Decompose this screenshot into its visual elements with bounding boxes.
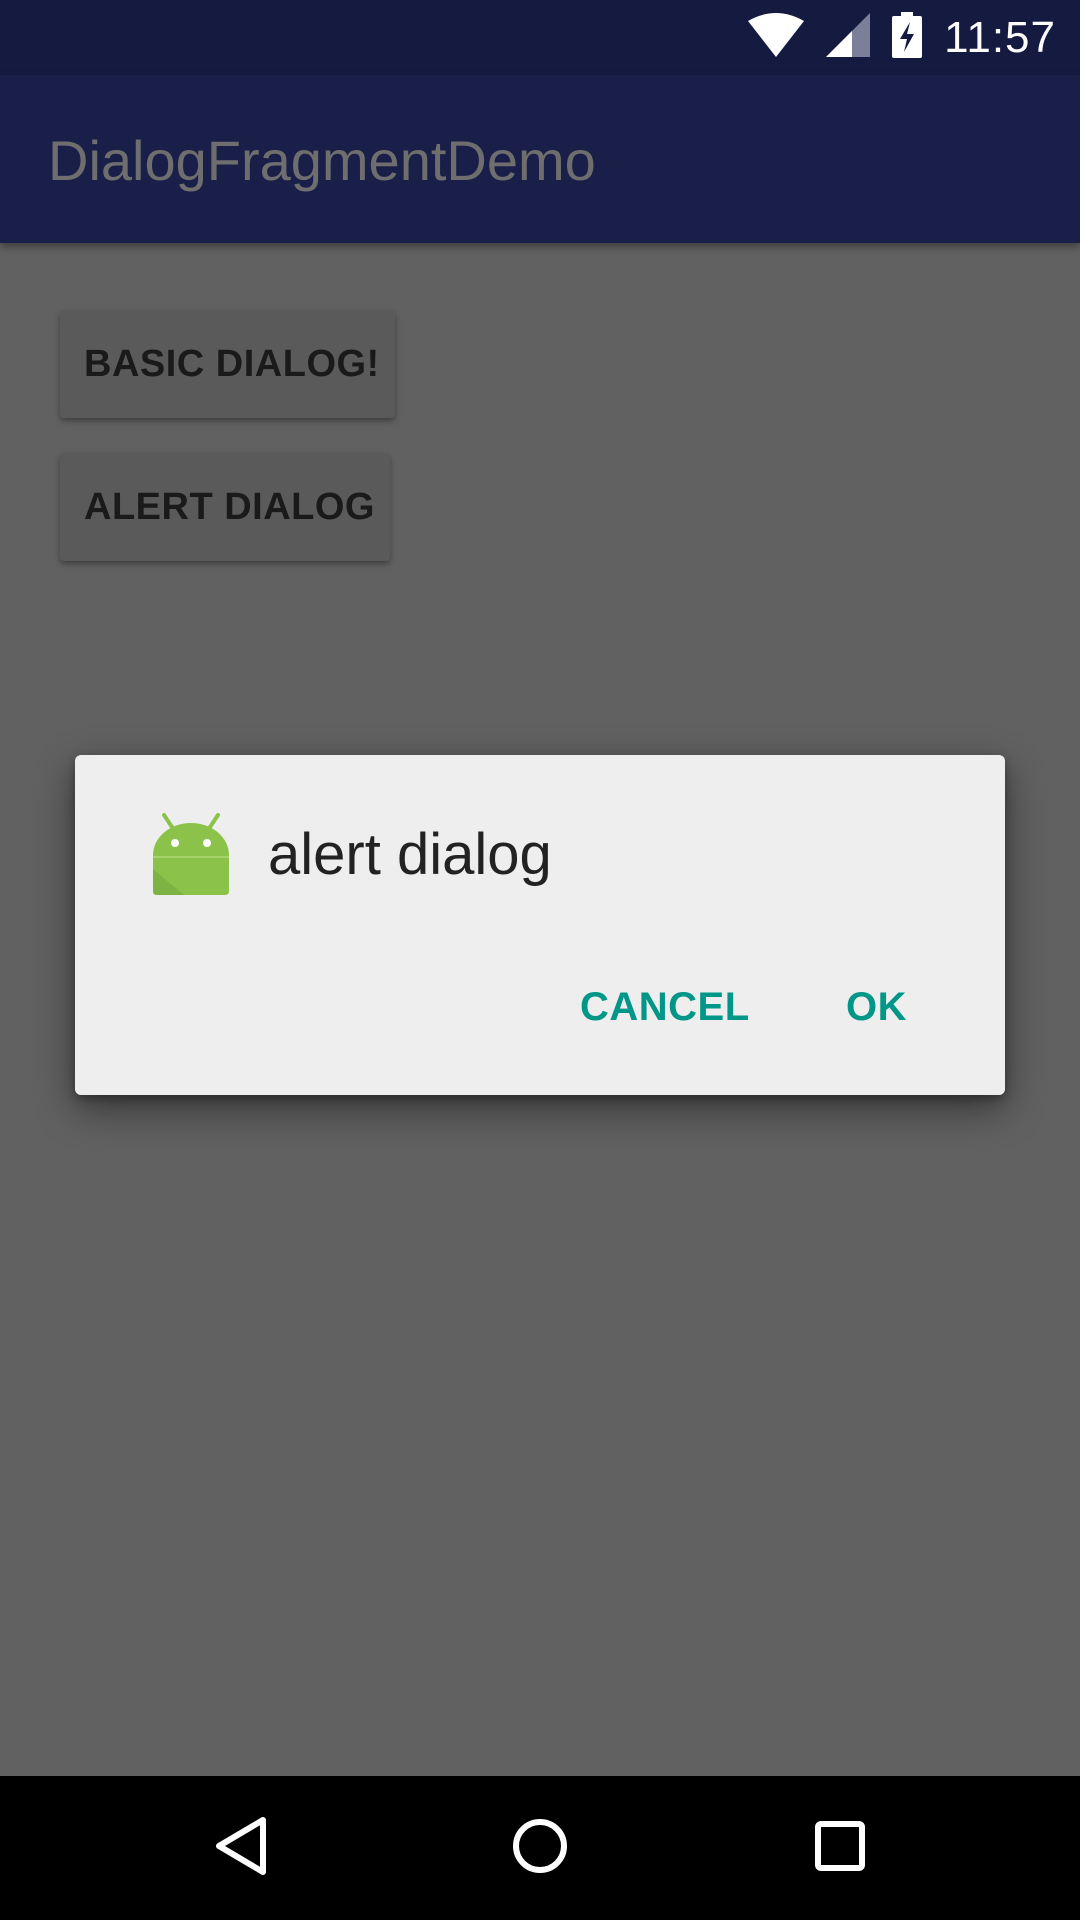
- cancel-button[interactable]: CANCEL: [580, 973, 750, 1041]
- recents-icon: [814, 1820, 866, 1877]
- navigation-bar: [0, 1776, 1080, 1920]
- home-button[interactable]: [504, 1812, 576, 1884]
- app-bar: DialogFragmentDemo: [0, 75, 1080, 243]
- wifi-icon: [748, 13, 805, 62]
- ok-button[interactable]: OK: [846, 973, 907, 1041]
- status-bar: 11:57: [0, 0, 1080, 75]
- status-time: 11:57: [944, 12, 1056, 62]
- dialog-title: alert dialog: [268, 822, 552, 887]
- alert-dialog-button[interactable]: ALERT DIALOG: [60, 453, 390, 561]
- home-icon: [510, 1816, 570, 1881]
- basic-dialog-button-label: BASIC DIALOG!: [84, 342, 380, 385]
- battery-charging-icon: [892, 12, 923, 63]
- alert-dialog-button-label: ALERT DIALOG: [84, 485, 375, 528]
- signal-icon: [826, 13, 871, 62]
- android-icon: [150, 813, 232, 895]
- back-icon: [213, 1816, 269, 1881]
- app-title: DialogFragmentDemo: [48, 129, 596, 192]
- back-button[interactable]: [205, 1812, 277, 1884]
- basic-dialog-button[interactable]: BASIC DIALOG!: [60, 310, 395, 418]
- status-icons: 11:57: [748, 0, 1056, 75]
- recents-button[interactable]: [804, 1812, 876, 1884]
- alert-dialog: alert dialog CANCEL OK: [75, 755, 1005, 1095]
